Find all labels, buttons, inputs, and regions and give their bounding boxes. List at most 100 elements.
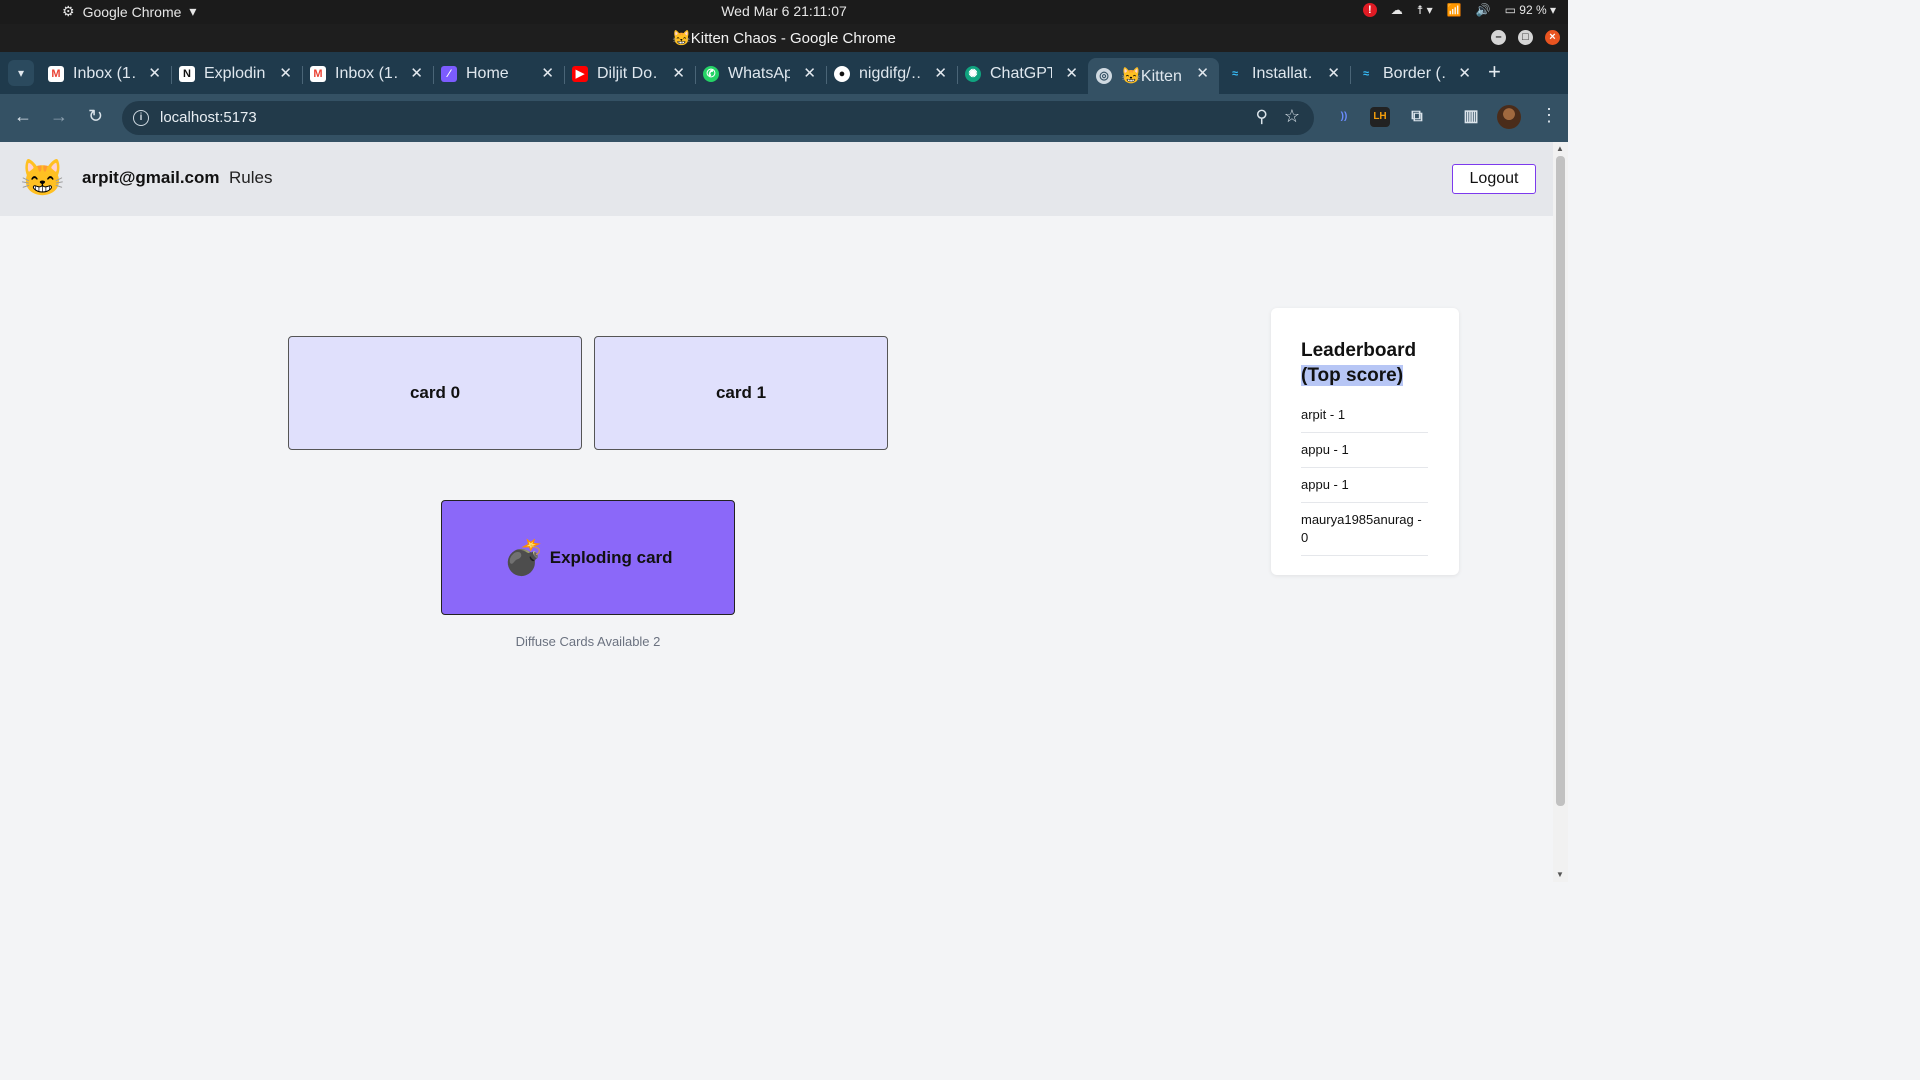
deck-card[interactable]: card 1 (594, 336, 888, 450)
close-tab-icon[interactable]: ✕ (279, 64, 292, 82)
scrollbar-thumb[interactable] (1556, 156, 1565, 806)
battery-icon: ▭ (1504, 3, 1520, 17)
tab-label: ChatGPT (990, 65, 1052, 82)
site-info-icon[interactable]: i (133, 110, 149, 126)
tab[interactable]: ▶ Diljit Do… ✕ (564, 58, 696, 90)
extensions-puzzle-icon[interactable]: ⧉ (1407, 107, 1427, 127)
close-tab-icon[interactable]: ✕ (1327, 64, 1340, 82)
maximize-icon[interactable]: □ (1518, 30, 1533, 45)
clock[interactable]: Wed Mar 6 21:11:07 (0, 3, 1568, 19)
avatar[interactable] (1497, 105, 1521, 129)
window-controls: – □ × (1491, 30, 1560, 45)
leaderboard-title: Leaderboard (Top score) (1301, 338, 1441, 388)
leaderboard-entry: appu - 1 (1301, 476, 1428, 503)
tab-label: nigdifg/… (859, 65, 921, 82)
alert-icon[interactable]: ! (1362, 3, 1377, 17)
close-tab-icon[interactable]: ✕ (934, 64, 947, 82)
volume-icon[interactable]: 🔊 (1476, 3, 1491, 17)
extension-waves-icon[interactable]: )) (1334, 107, 1354, 127)
logout-button[interactable]: Logout (1452, 164, 1536, 194)
battery-indicator[interactable]: ▭ 92 % ▾ (1505, 3, 1556, 17)
minimize-icon[interactable]: – (1491, 30, 1506, 45)
lighthouse-extension-icon[interactable]: LH (1370, 107, 1390, 127)
close-icon[interactable]: × (1545, 30, 1560, 45)
card-label: card 1 (715, 383, 767, 402)
app-navbar: 😸 arpit@gmail.com Rules Logout (0, 142, 1553, 216)
more-menu-icon[interactable]: ⋮ (1540, 105, 1558, 126)
close-tab-icon[interactable]: ✕ (1065, 64, 1078, 82)
tab-strip: ▾ M Inbox (1… ✕ N Exploding… ✕ M Inbox (1… ✕ ⁄… (0, 52, 1568, 94)
app-menu[interactable]: ⚙ Google Chrome ▾ (62, 3, 196, 20)
user-email: arpit@gmail.com (82, 168, 220, 187)
tab-label: WhatsApp (728, 65, 790, 82)
gmail-icon: M (310, 66, 326, 82)
tab[interactable]: ⁄ Home ✕ (433, 58, 565, 90)
close-tab-icon[interactable]: ✕ (410, 64, 423, 82)
tab[interactable]: N Exploding… ✕ (171, 58, 303, 90)
tab-label: Exploding… (204, 65, 266, 82)
forward-icon[interactable]: → (50, 106, 68, 127)
notion-icon: N (179, 66, 195, 82)
drawn-card-label: Exploding card (549, 547, 673, 567)
scroll-up-icon[interactable]: ▲ (1556, 144, 1564, 153)
wifi-icon[interactable]: 📶 (1447, 3, 1462, 17)
scroll-down-icon[interactable]: ▼ (1556, 870, 1564, 879)
close-tab-icon[interactable]: ✕ (672, 64, 685, 82)
accessibility-icon[interactable]: ☨ ▾ (1417, 3, 1433, 17)
reload-icon[interactable]: ↻ (88, 106, 103, 127)
zoom-icon[interactable]: ⚲ (1256, 107, 1268, 127)
tab[interactable]: ≈ Border (… ✕ (1350, 58, 1481, 90)
side-panel-icon[interactable]: ▥ (1461, 107, 1481, 127)
tab[interactable]: ● nigdifg/… ✕ (826, 58, 958, 90)
close-tab-icon[interactable]: ✕ (148, 64, 161, 82)
tab[interactable]: ✆ WhatsApp ✕ (695, 58, 827, 90)
home-app-icon: ⁄ (441, 66, 457, 82)
tab-search-button[interactable]: ▾ (8, 60, 34, 86)
chevron-down-icon: ▾ (189, 3, 197, 19)
tab-label: 😸Kitten… (1121, 68, 1183, 85)
card-label: card 0 (409, 383, 461, 402)
tab-label: Diljit Do… (597, 65, 659, 82)
close-tab-icon[interactable]: ✕ (541, 64, 554, 82)
close-tab-icon[interactable]: ✕ (1196, 64, 1209, 82)
deck-card[interactable]: card 0 (288, 336, 582, 450)
tab-label: Inbox (1… (335, 65, 397, 82)
whatsapp-icon: ✆ (703, 66, 719, 82)
page-scrollbar[interactable]: ▲ ▼ (1553, 142, 1568, 882)
tab-active[interactable]: ◎ 😸Kitten… ✕ (1088, 58, 1219, 94)
tailwind-icon: ≈ (1362, 68, 1370, 80)
tab-label: Border (… (1383, 65, 1445, 82)
tab-label: Inbox (1… (73, 65, 135, 82)
tab[interactable]: ≈ Installat… ✕ (1219, 58, 1351, 90)
window-title: 😸Kitten Chaos - Google Chrome (672, 30, 896, 47)
youtube-icon: ▶ (572, 66, 588, 82)
leaderboard-panel: Leaderboard (Top score) arpit - 1 appu -… (1271, 308, 1459, 575)
leaderboard-entry: maurya1985anurag - 0 (1301, 511, 1428, 556)
close-tab-icon[interactable]: ✕ (803, 64, 816, 82)
close-tab-icon[interactable]: ✕ (1458, 64, 1471, 82)
web-page: 😸 arpit@gmail.com Rules Logout card 0 ca… (0, 142, 1568, 882)
system-tray[interactable]: ! ☁ ☨ ▾ 📶 🔊 ▭ 92 % ▾ (1362, 3, 1556, 17)
tab[interactable]: M Inbox (1… ✕ (40, 58, 172, 90)
battery-level: 92 % (1519, 3, 1547, 17)
app-menu-label: Google Chrome (82, 3, 182, 20)
tab-label: Home (466, 65, 509, 82)
drawn-card[interactable]: 💣 Exploding card (441, 500, 735, 615)
tailwind-icon: ≈ (1231, 68, 1239, 80)
tab-label: Installat… (1252, 65, 1314, 82)
address-bar[interactable]: i localhost:5173 ⚲ ☆ (122, 101, 1314, 135)
cat-logo-icon: 😸 (20, 157, 65, 198)
bomb-icon: 💣 (503, 538, 546, 577)
leaderboard-entry: appu - 1 (1301, 441, 1428, 468)
tab[interactable]: M Inbox (1… ✕ (302, 58, 434, 90)
tab[interactable]: ✺ ChatGPT ✕ (957, 58, 1088, 90)
url-text[interactable]: localhost:5173 (160, 109, 257, 126)
back-icon[interactable]: ← (14, 106, 32, 127)
browser-toolbar: ← → ↻ i localhost:5173 ⚲ ☆ )) LH ⧉ ▥ ⋮ (0, 94, 1568, 142)
new-tab-button[interactable]: + (1488, 61, 1501, 83)
chatgpt-icon: ✺ (965, 66, 981, 82)
bookmark-star-icon[interactable]: ☆ (1284, 106, 1300, 127)
rules-link[interactable]: Rules (229, 168, 272, 188)
window-title-bar: 😸Kitten Chaos - Google Chrome – □ × (0, 24, 1568, 52)
cloud-icon[interactable]: ☁ (1391, 3, 1403, 17)
